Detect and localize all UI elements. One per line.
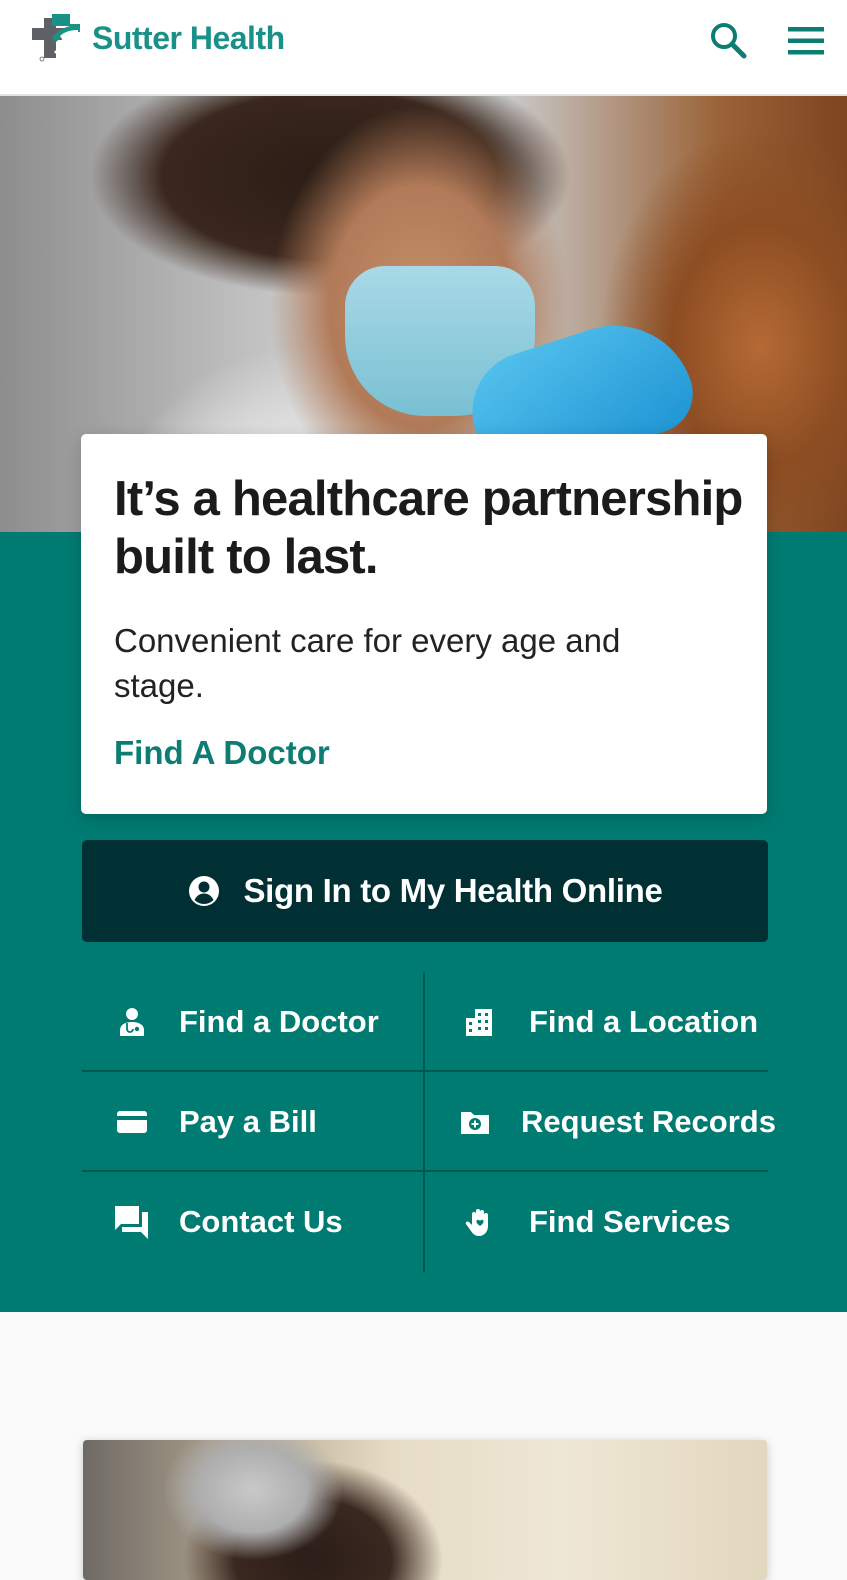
search-button[interactable] [708,20,748,60]
quick-link-find-services[interactable]: Find Services [425,1172,767,1271]
chat-bubbles-icon [115,1205,148,1239]
credit-card-icon [117,1110,147,1133]
quick-link-pay-a-bill[interactable]: Pay a Bill [82,1072,424,1171]
brand-name: Sutter Health [92,19,285,56]
doctor-icon [120,1007,144,1036]
hand-heart-icon [465,1208,488,1236]
medical-folder-icon [461,1111,489,1134]
quick-links-grid: Find a Doctor Find a Location Pay a Bill [82,972,776,1272]
building-icon [466,1008,492,1036]
quick-link-label: Find a Location [529,1003,759,1039]
sign-in-label: Sign In to My Health Online [243,872,663,909]
hero-subtitle: Convenient care for every age and stage. [114,622,621,704]
quick-link-label: Request Records [521,1103,776,1139]
quick-link-label: Contact Us [179,1203,343,1239]
site-header: Sutter Health [0,0,847,96]
sutter-health-logo-icon [32,14,80,62]
menu-button[interactable] [786,24,826,58]
search-icon [711,23,747,59]
account-circle-icon [189,876,220,906]
hamburger-menu-icon [788,27,824,55]
quick-link-label: Pay a Bill [179,1103,317,1139]
hero-title: It’s a healthcare partnership built to l… [114,472,743,584]
quick-link-find-a-location[interactable]: Find a Location [425,972,767,1071]
find-a-doctor-link[interactable]: Find A Doctor [114,734,330,772]
promo-image-card[interactable] [83,1440,767,1580]
brand-logo[interactable]: Sutter Health [30,12,285,64]
quick-link-request-records[interactable]: Request Records [425,1072,776,1171]
hero-card: It’s a healthcare partnership built to l… [81,434,767,814]
quick-link-label: Find Services [529,1203,731,1239]
sign-in-button[interactable]: Sign In to My Health Online [82,840,768,942]
quick-link-label: Find a Doctor [179,1003,379,1039]
quick-link-find-a-doctor[interactable]: Find a Doctor [82,972,424,1071]
quick-link-contact-us[interactable]: Contact Us [82,1172,424,1271]
